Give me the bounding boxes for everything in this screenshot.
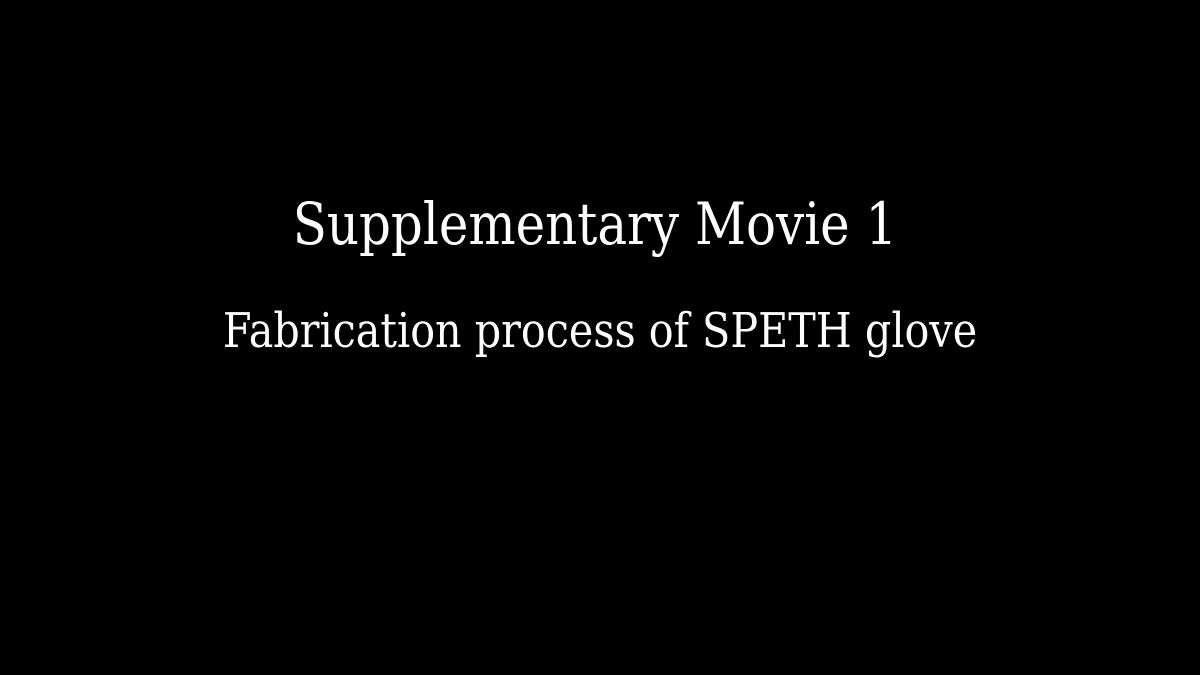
movie-subtitle: Fabrication process of SPETH glove bbox=[222, 303, 978, 359]
movie-title: Supplementary Movie 1 bbox=[292, 190, 898, 258]
video-title-card: Supplementary Movie 1 Fabrication proces… bbox=[0, 0, 1200, 675]
